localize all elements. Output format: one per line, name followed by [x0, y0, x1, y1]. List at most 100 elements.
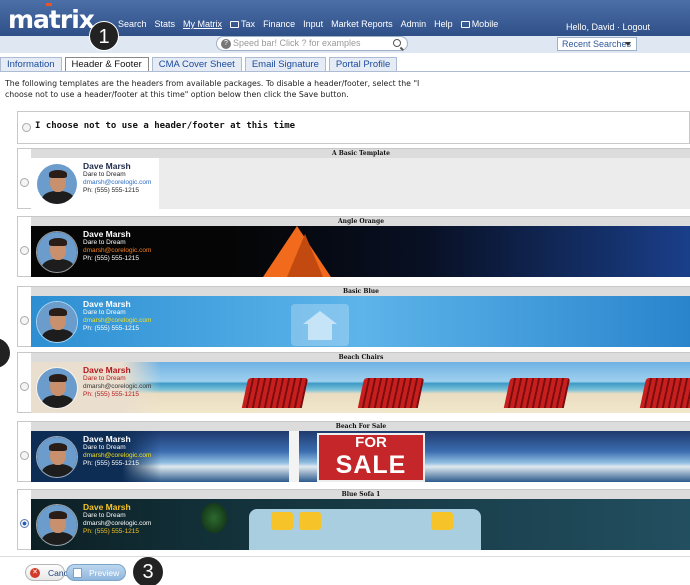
recent-searches-dropdown[interactable]: Recent Searches	[557, 37, 637, 51]
template-row-beach-chairs[interactable]: Beach Chairs Dave Marsh Dare to Dream dm…	[17, 352, 690, 413]
callout-3: 3	[133, 557, 163, 585]
template-row-basic-blue[interactable]: Basic Blue Dave Marsh Dare to Dream dmar…	[17, 286, 690, 347]
template-name: Angle Orange	[31, 217, 690, 226]
template-banner: Dave Marsh Dare to Dream dmarsh@corelogi…	[31, 296, 690, 347]
tab-header-footer[interactable]: Header & Footer	[64, 57, 149, 72]
template-radio[interactable]	[20, 246, 29, 255]
agent-phone: Ph: (555) 555-1215	[83, 391, 140, 398]
nav-mobile[interactable]: Mobile	[457, 19, 503, 29]
agent-name: Dave Marsh	[83, 161, 131, 171]
help-icon[interactable]: ?	[221, 39, 231, 49]
template-row-a-basic[interactable]: A Basic Template Dave Marsh Dare to Drea…	[17, 148, 690, 209]
preview-label: Preview	[89, 568, 120, 578]
callout-1: 1	[89, 21, 119, 51]
tab-portal-profile[interactable]: Portal Profile	[328, 57, 398, 72]
agent-tagline: Dare to Dream	[83, 171, 126, 178]
recent-searches-label: Recent Searches	[562, 39, 632, 49]
template-name: Blue Sofa 1	[31, 490, 690, 499]
agent-name: Dave Marsh	[83, 299, 131, 309]
template-banner: Dave Marsh Dare to Dream dmarsh@corelogi…	[31, 499, 690, 550]
agent-email: dmarsh@corelogic.com	[83, 179, 152, 186]
beach-chair	[357, 378, 425, 408]
agent-info: Dave Marsh Dare to Dream dmarsh@corelogi…	[83, 502, 151, 536]
nav-market-reports[interactable]: Market Reports	[327, 19, 397, 29]
template-row-blue-sofa-1[interactable]: Blue Sofa 1 Dave Marsh Dare to Dream dma…	[17, 489, 690, 550]
template-name: Beach Chairs	[31, 353, 690, 362]
nav-help[interactable]: Help	[430, 19, 457, 29]
agent-name: Dave Marsh	[83, 434, 131, 444]
agent-phone: Ph: (555) 555-1215	[83, 255, 140, 262]
nav-input[interactable]: Input	[299, 19, 327, 29]
agent-photo	[36, 231, 78, 273]
tab-email-signature[interactable]: Email Signature	[244, 57, 326, 72]
main-nav: Search Stats My Matrix Tax Finance Input…	[114, 19, 502, 29]
agent-phone: Ph: (555) 555-1215	[83, 325, 140, 332]
plant-graphic	[201, 503, 227, 533]
agent-phone: Ph: (555) 555-1215	[83, 528, 140, 535]
nav-admin[interactable]: Admin	[397, 19, 431, 29]
template-name: Beach For Sale	[31, 422, 690, 431]
agent-info: Dave Marsh Dare to Dream dmarsh@corelogi…	[83, 434, 151, 468]
beach-chair	[639, 378, 690, 408]
agent-phone: Ph: (555) 555-1215	[83, 460, 140, 467]
agent-email: dmarsh@corelogic.com	[83, 520, 152, 527]
agent-tagline: Dare to Dream	[83, 309, 126, 316]
template-banner: FOR SALE Dave Marsh Dare to Dream dmarsh…	[31, 431, 690, 482]
for-sale-line1: FOR	[355, 434, 387, 451]
callout-2: 2	[0, 338, 10, 368]
template-row-angle-orange[interactable]: Angle Orange Dave Marsh Dare to Dream dm…	[17, 216, 690, 277]
cancel-button[interactable]: ✕ Cancel	[25, 564, 74, 581]
close-icon: ✕	[30, 568, 40, 578]
agent-email: dmarsh@corelogic.com	[83, 317, 152, 324]
agent-info: Dave Marsh Dare to Dream dmarsh@corelogi…	[83, 229, 151, 263]
nav-my-matrix[interactable]: My Matrix	[179, 19, 226, 29]
agent-tagline: Dare to Dream	[83, 239, 126, 246]
speed-bar-placeholder: Speed bar! Click ? for examples	[233, 38, 361, 48]
nav-stats[interactable]: Stats	[151, 19, 180, 29]
house-body	[308, 324, 332, 340]
matrix-logo[interactable]: matrix	[8, 3, 95, 34]
no-header-footer-option[interactable]: I choose not to use a header/footer at t…	[17, 111, 690, 144]
agent-info: Dave Marsh Dare to Dream dmarsh@corelogi…	[83, 161, 151, 195]
footer-divider	[0, 556, 690, 557]
agent-photo	[36, 367, 78, 409]
agent-tagline: Dare to Dream	[83, 512, 126, 519]
template-radio[interactable]	[20, 382, 29, 391]
tab-cma-cover-sheet[interactable]: CMA Cover Sheet	[151, 57, 242, 72]
nav-mobile-label: Mobile	[471, 19, 499, 29]
nav-finance[interactable]: Finance	[259, 19, 299, 29]
template-banner: Dave Marsh Dare to Dream dmarsh@corelogi…	[31, 158, 690, 209]
logo-accent	[46, 3, 52, 6]
for-sale-line2: SALE	[335, 451, 407, 479]
template-name: A Basic Template	[31, 149, 690, 158]
template-radio[interactable]	[20, 451, 29, 460]
agent-phone: Ph: (555) 555-1215	[83, 187, 140, 194]
pillow	[271, 512, 293, 530]
greeting-logout[interactable]: Hello, David · Logout	[566, 22, 650, 32]
search-icon[interactable]	[393, 39, 401, 47]
template-radio[interactable]	[20, 316, 29, 325]
template-radio[interactable]	[20, 178, 29, 187]
agent-name: Dave Marsh	[83, 502, 131, 512]
template-row-beach-for-sale[interactable]: Beach For Sale FOR SALE Dave Marsh Dare …	[17, 421, 690, 482]
nav-search[interactable]: Search	[114, 19, 151, 29]
agent-email: dmarsh@corelogic.com	[83, 383, 152, 390]
agent-photo	[36, 301, 78, 343]
template-banner: Dave Marsh Dare to Dream dmarsh@corelogi…	[31, 362, 690, 413]
pillow	[431, 512, 453, 530]
template-name: Basic Blue	[31, 287, 690, 296]
template-radio-selected[interactable]	[20, 519, 29, 528]
no-header-footer-radio[interactable]	[22, 123, 31, 132]
tab-information[interactable]: Information	[0, 57, 62, 72]
agent-info: Dave Marsh Dare to Dream dmarsh@corelogi…	[83, 365, 151, 399]
speed-bar-input[interactable]: ? Speed bar! Click ? for examples	[216, 36, 408, 51]
preview-button[interactable]: Preview	[66, 564, 126, 581]
agent-name: Dave Marsh	[83, 229, 131, 239]
agent-email: dmarsh@corelogic.com	[83, 247, 152, 254]
settings-tabs: Information Header & Footer CMA Cover Sh…	[0, 57, 400, 72]
instructions-text: The following templates are the headers …	[5, 79, 420, 99]
window-icon	[460, 21, 470, 28]
agent-name: Dave Marsh	[83, 365, 131, 375]
nav-tax[interactable]: Tax	[226, 19, 259, 29]
no-header-footer-label: I choose not to use a header/footer at t…	[35, 121, 296, 131]
